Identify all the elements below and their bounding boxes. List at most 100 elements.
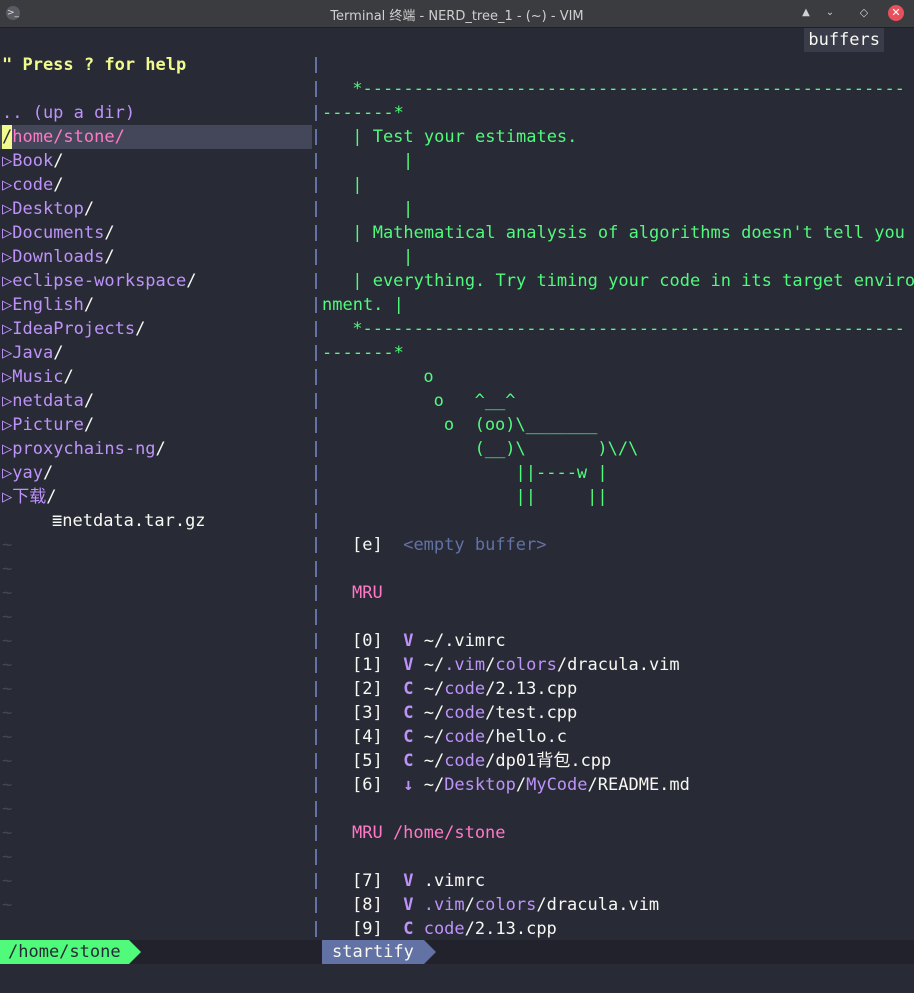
minimize-button[interactable]: ⌄	[823, 6, 837, 20]
mru-entry[interactable]: [0] V ~/.vimrc	[352, 629, 506, 653]
tree-dir[interactable]: ▷netdata/	[2, 389, 94, 413]
empty-line-tilde: ~	[2, 895, 13, 915]
empty-line-tilde: ~	[2, 847, 13, 867]
path-file: .vimrc	[444, 631, 506, 651]
separator-segment	[315, 441, 317, 457]
powerline-arrow-icon	[128, 940, 141, 964]
path-dir: colors	[495, 655, 557, 675]
vim-editor[interactable]: " Press ? for help .. (up a dir) /home/s…	[0, 28, 914, 986]
separator-segment	[315, 873, 317, 889]
tree-dir[interactable]: ▷Desktop/	[2, 197, 94, 221]
tree-dir[interactable]: ▷Java/	[2, 341, 63, 365]
dir-slash: /	[53, 151, 64, 171]
separator-segment	[315, 537, 317, 553]
vim-icon: V	[403, 631, 414, 651]
quote-line: | Test your estimates.	[342, 127, 578, 147]
empty-line-tilde: ~	[2, 751, 13, 771]
entry-index: [7]	[352, 871, 383, 891]
mru-entry[interactable]: [5] C ~/code/dp01背包.cpp	[352, 749, 611, 773]
dir-name: Book	[12, 151, 54, 171]
mru-entry[interactable]: [1] V ~/.vim/colors/dracula.vim	[352, 653, 680, 677]
separator-segment	[315, 657, 317, 673]
tree-root[interactable]: /home/stone/	[2, 125, 125, 149]
vim-icon: V	[403, 895, 414, 915]
path-dir: code	[423, 919, 465, 939]
tree-dir[interactable]: ▷下载/	[2, 485, 57, 509]
nerdtree-pane[interactable]: " Press ? for help .. (up a dir) /home/s…	[0, 28, 312, 938]
mru-entry[interactable]: [6] ↓ ~/Desktop/MyCode/README.md	[352, 773, 690, 797]
path-slash: /	[485, 703, 496, 723]
dir-slash: /	[53, 175, 64, 195]
dir-slash: /	[53, 343, 64, 363]
dir-slash: /	[104, 247, 115, 267]
path-slash: /	[587, 775, 598, 795]
path-file: .vimrc	[423, 871, 486, 891]
startify-pane[interactable]: buffers *-------------------------------…	[322, 28, 914, 941]
collapsed-arrow-icon: ▷	[2, 223, 13, 243]
tree-dir[interactable]: ▷Picture/	[2, 413, 94, 437]
tree-dir[interactable]: ▷Music/	[2, 365, 74, 389]
up-dir-link[interactable]: .. (up a dir)	[2, 101, 135, 125]
mru-entry[interactable]: [4] C ~/code/hello.c	[352, 725, 567, 749]
tree-file[interactable]: ≣netdata.tar.gz	[52, 509, 206, 533]
mru-entry[interactable]: [8] V .vim/colors/dracula.vim	[352, 893, 659, 917]
separator-segment	[315, 897, 317, 913]
path-dir: code	[444, 703, 486, 723]
path-file: dracula.vim	[546, 895, 660, 915]
separator-segment	[315, 729, 317, 745]
path-file: README.md	[597, 775, 690, 795]
entry-index: [8]	[352, 895, 383, 915]
quote-line: |	[342, 175, 363, 195]
tree-dir[interactable]: ▷Downloads/	[2, 245, 115, 269]
empty-line-tilde: ~	[2, 871, 13, 891]
mru-entry[interactable]: [7] V .vimrc	[352, 869, 485, 893]
separator-segment	[315, 681, 317, 697]
cowsay-line: o (oo)\_______	[362, 415, 598, 435]
quote-line: | everything. Try timing your code in it…	[342, 271, 914, 291]
tree-dir[interactable]: ▷eclipse-workspace/	[2, 269, 197, 293]
separator-segment	[315, 609, 317, 625]
dir-name: Picture	[12, 415, 84, 435]
vim-icon: V	[403, 655, 414, 675]
collapsed-arrow-icon: ▷	[2, 439, 13, 459]
collapsed-arrow-icon: ▷	[2, 151, 13, 171]
path-slash: /	[485, 679, 496, 699]
dir-name: Java	[12, 343, 54, 363]
separator-segment	[315, 513, 317, 529]
tree-dir[interactable]: ▷Documents/	[2, 221, 115, 245]
entry-index: [0]	[352, 631, 383, 651]
path-slash: /	[485, 727, 496, 747]
tree-dir[interactable]: ▷English/	[2, 293, 94, 317]
close-button[interactable]: ✕	[888, 5, 904, 21]
root-slash: /	[2, 127, 13, 147]
path-file: dracula.vim	[567, 655, 680, 675]
tree-dir[interactable]: ▷proxychains-ng/	[2, 437, 166, 461]
path-file: test.cpp	[495, 703, 578, 723]
empty-buffer-entry[interactable]: [e] <empty buffer>	[352, 533, 547, 557]
tree-dir[interactable]: ▷yay/	[2, 461, 53, 485]
tree-dir[interactable]: ▷code/	[2, 173, 63, 197]
dir-slash: /	[135, 319, 146, 339]
shade-button[interactable]: ▲	[799, 6, 813, 20]
buffers-tabline[interactable]: buffers	[804, 28, 884, 52]
dir-name: eclipse-workspace	[12, 271, 187, 291]
window-separator[interactable]	[312, 28, 322, 938]
mru-entry[interactable]: [3] C ~/code/test.cpp	[352, 701, 577, 725]
mru-entry[interactable]: [2] C ~/code/2.13.cpp	[352, 677, 577, 701]
quote-box-bottom-wrap: -------*	[322, 343, 404, 363]
dir-slash: /	[104, 223, 115, 243]
dir-slash: /	[83, 199, 95, 219]
mru-entry[interactable]: [9] C code/2.13.cpp	[352, 917, 557, 941]
maximize-button[interactable]: ◇	[857, 6, 871, 20]
separator-segment	[315, 801, 317, 817]
cowsay-line: || ||	[362, 487, 608, 507]
vim-icon: V	[403, 871, 414, 891]
collapsed-arrow-icon: ▷	[2, 487, 13, 507]
dir-name: IdeaProjects	[12, 319, 136, 339]
tree-dir[interactable]: ▷IdeaProjects/	[2, 317, 145, 341]
dir-name: Documents	[12, 223, 105, 243]
tree-dir[interactable]: ▷Book/	[2, 149, 63, 173]
separator-segment	[315, 297, 317, 313]
separator-segment	[315, 201, 317, 217]
path-slash: /	[556, 655, 568, 675]
